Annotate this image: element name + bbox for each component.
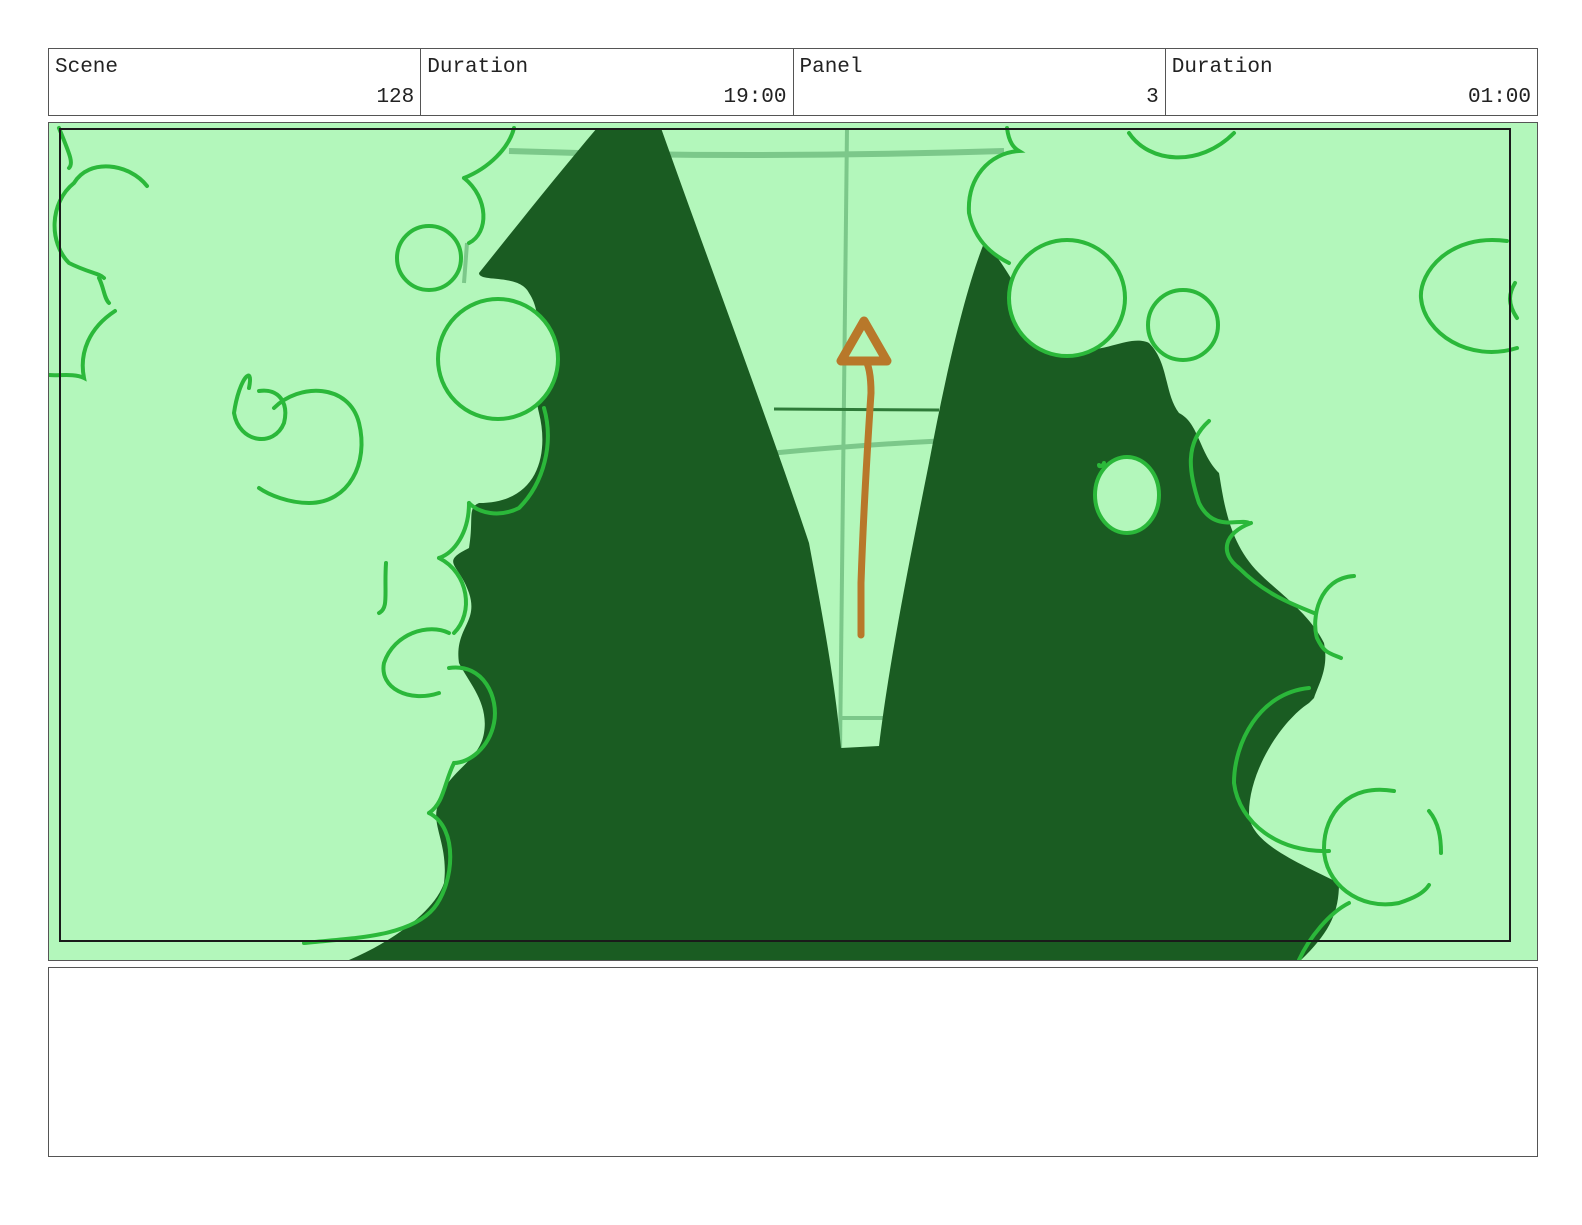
scene-number: 128	[376, 86, 415, 109]
panel-cell: Panel 3	[794, 49, 1166, 115]
scene-duration-label: Duration	[427, 56, 529, 79]
panel-duration-cell: Duration 01:00	[1166, 49, 1537, 115]
panel-notes-box[interactable]	[48, 967, 1538, 1157]
panel-duration-value: 01:00	[1467, 86, 1531, 109]
scene-duration-value: 19:00	[723, 86, 787, 109]
panel-image-frame	[48, 122, 1538, 961]
panel-label: Panel	[799, 56, 863, 79]
foliage-path-sketch-icon	[49, 123, 1537, 960]
scene-cell: Scene 128	[49, 49, 422, 115]
panel-duration-label: Duration	[1171, 56, 1273, 79]
dark-guide-stroke	[773, 407, 940, 412]
panel-header: Scene 128 Duration 19:00 Panel 3 Duratio…	[48, 48, 1538, 116]
panel-number: 3	[1146, 86, 1159, 109]
scene-duration-cell: Duration 19:00	[421, 49, 794, 115]
scene-label: Scene	[55, 56, 119, 79]
